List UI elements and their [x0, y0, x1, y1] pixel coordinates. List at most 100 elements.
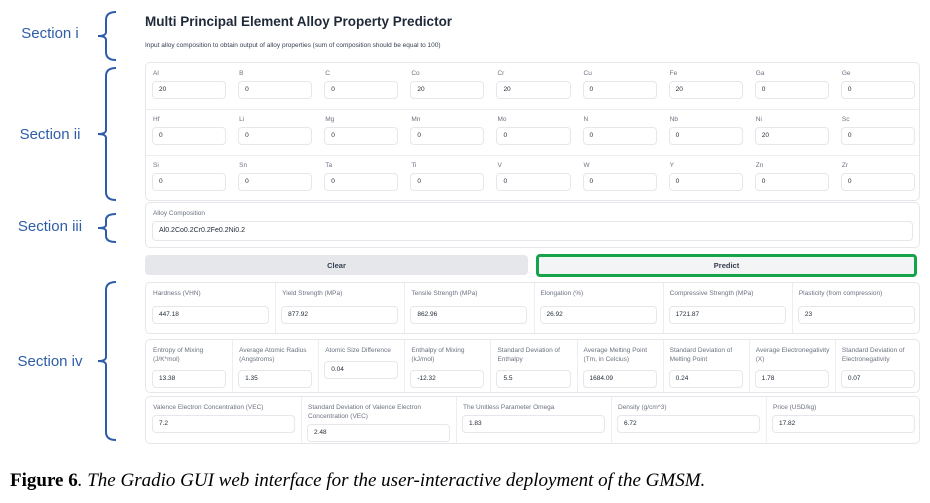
column-divider: [490, 340, 492, 392]
output-thermo-4-cell: Standard Deviation of Enthalpy 5.5: [490, 340, 576, 394]
alloy-composition-panel: Alloy Composition Al0.2Co0.2Cr0.2Fe0.2Ni…: [145, 202, 920, 248]
column-divider: [232, 340, 234, 392]
output-row-mechanical: Hardness (VHN) 447.18 Yield Strength (MPa)…: [145, 282, 920, 334]
element-cr-label: Cr: [497, 70, 505, 77]
element-sc-field[interactable]: 0: [840, 127, 915, 145]
output-thermo-7-field[interactable]: 1.78: [754, 370, 829, 388]
output-phys-1-label: Standard Deviation of Valence Electron C…: [308, 404, 421, 420]
element-mg-cell: Mg 0: [318, 109, 404, 155]
element-ti-field[interactable]: 0: [410, 173, 485, 191]
element-w-field[interactable]: 0: [582, 173, 657, 191]
element-hf-field[interactable]: 0: [152, 127, 227, 145]
element-b-field[interactable]: 0: [238, 81, 313, 99]
element-sc-label: Sc: [841, 116, 850, 123]
element-c-field[interactable]: 0: [324, 81, 399, 99]
output-mech-3-label: Elongation (%): [540, 290, 584, 297]
element-v-cell: V0: [490, 155, 576, 201]
output-thermo-6-label: Standard Deviation of Melting Point: [669, 347, 733, 363]
output-phys-0-field[interactable]: 7.2: [152, 415, 295, 433]
element-si-field[interactable]: 0: [152, 173, 227, 191]
output-phys-3-field[interactable]: 6.72: [617, 415, 760, 433]
output-mech-1-field[interactable]: 877.92: [281, 306, 399, 324]
figure-caption-text: . The Gradio GUI web interface for the u…: [77, 470, 706, 491]
element-mo-field[interactable]: 0: [496, 127, 571, 145]
element-ti-label: Ti: [411, 162, 417, 169]
output-phys-2-label: The Unitless Parameter Omega: [463, 404, 555, 411]
element-n-label: N: [583, 116, 589, 123]
element-al-field[interactable]: 20: [152, 81, 227, 99]
output-phys-0-label: Valence Electron Concentration (VEC): [153, 404, 264, 411]
element-nb-field[interactable]: 0: [668, 127, 743, 145]
element-ga-cell: Ga 0: [749, 63, 835, 109]
element-sn-label: Sn: [239, 162, 248, 169]
output-thermo-5-field[interactable]: 1684.09: [582, 370, 657, 388]
element-fe-field[interactable]: 20: [668, 81, 743, 99]
element-w-cell: W0: [577, 155, 663, 201]
column-divider: [404, 283, 406, 333]
element-v-field[interactable]: 0: [496, 173, 571, 191]
predict-button[interactable]: Predict: [536, 254, 917, 277]
output-mech-0-field[interactable]: 447.18: [152, 306, 270, 324]
output-thermo-8-field[interactable]: 0.07: [840, 370, 915, 388]
element-zn-field[interactable]: 0: [754, 173, 829, 191]
column-divider: [611, 397, 612, 443]
element-ta-field[interactable]: 0: [324, 173, 399, 191]
output-thermo-5-label: Average Melting Point (Tm, in Celcius): [583, 347, 648, 363]
element-al-label: Al: [153, 70, 159, 77]
element-li-cell: Li 0: [232, 109, 318, 155]
element-li-field[interactable]: 0: [238, 127, 313, 145]
output-thermo-1-field[interactable]: 1.35: [238, 370, 313, 388]
output-thermo-0-field[interactable]: 13.38: [152, 370, 227, 388]
output-thermo-8-cell: Standard Deviation of Electronegativity 0…: [835, 340, 921, 394]
element-y-field[interactable]: 0: [668, 173, 743, 191]
output-phys-3-cell: Density (g/cm^3) 6.72: [611, 397, 766, 445]
element-ge-field[interactable]: 0: [840, 81, 915, 99]
element-mg-field[interactable]: 0: [324, 127, 399, 145]
output-phys-4-field[interactable]: 17.82: [772, 415, 915, 433]
element-mn-field[interactable]: 0: [410, 127, 485, 145]
column-divider: [662, 340, 664, 392]
output-mech-4-field[interactable]: 1721.87: [668, 306, 786, 324]
element-ga-field[interactable]: 0: [754, 81, 829, 99]
column-divider: [576, 340, 578, 392]
element-sc-cell: Sc 0: [835, 109, 921, 155]
output-mech-2-label: Tensile Strength (MPa): [411, 290, 478, 297]
element-zn-label: Zn: [755, 162, 764, 169]
output-thermo-3-field[interactable]: -12.32: [410, 370, 485, 388]
output-mech-5-label: Plasticity (from compression): [798, 290, 883, 297]
output-thermo-4-field[interactable]: 5.5: [496, 370, 571, 388]
element-ti-cell: Ti 0: [404, 155, 490, 201]
output-row-physical: Valence Electron Concentration (VEC) 7.2 S…: [145, 396, 920, 444]
output-phys-2-field[interactable]: 1.83: [462, 415, 605, 433]
element-zr-label: Zr: [841, 162, 849, 169]
element-cu-label: Cu: [583, 70, 592, 77]
alloy-composition-field[interactable]: Al0.2Co0.2Cr0.2Fe0.2Ni0.2: [152, 221, 913, 241]
output-mech-5-field[interactable]: 23: [797, 306, 915, 324]
element-y-cell: Y0: [663, 155, 749, 201]
output-thermo-2-field[interactable]: 0.04: [324, 361, 399, 379]
output-mech-2-field[interactable]: 862.96: [410, 306, 528, 324]
element-sn-field[interactable]: 0: [238, 173, 313, 191]
element-ge-label: Ge: [841, 70, 851, 77]
output-thermo-4-label: Standard Deviation of Enthalpy: [497, 347, 560, 363]
element-n-field[interactable]: 0: [582, 127, 657, 145]
output-thermo-6-field[interactable]: 0.24: [668, 370, 743, 388]
element-fe-label: Fe: [669, 70, 678, 77]
output-thermo-2-label: Atomic Size Difference: [325, 347, 391, 354]
output-mech-4-cell: Compressive Strength (MPa) 1721.87: [663, 283, 792, 335]
element-zr-field[interactable]: 0: [840, 173, 915, 191]
element-cu-field[interactable]: 0: [582, 81, 657, 99]
element-ni-field[interactable]: 20: [754, 127, 829, 145]
element-ni-cell: Ni 20: [749, 109, 835, 155]
output-thermo-6-cell: Standard Deviation of Melting Point 0.24: [663, 340, 749, 394]
element-co-field[interactable]: 20: [410, 81, 485, 99]
output-thermo-3-cell: Enthalpy of Mixing (kJ/mol) -12.32: [404, 340, 490, 394]
output-phys-4-cell: Price (USD/kg) 17.82: [766, 397, 921, 445]
element-cr-field[interactable]: 20: [496, 81, 571, 99]
element-y-label: Y: [669, 162, 674, 169]
output-mech-3-field[interactable]: 26.92: [539, 306, 657, 324]
output-thermo-0-label: Entropy of Mixing (J/K*mol): [153, 347, 204, 363]
section-label-iv: Section iv: [17, 353, 83, 370]
output-phys-1-field[interactable]: 2.48: [307, 424, 450, 442]
clear-button[interactable]: Clear: [145, 255, 528, 275]
